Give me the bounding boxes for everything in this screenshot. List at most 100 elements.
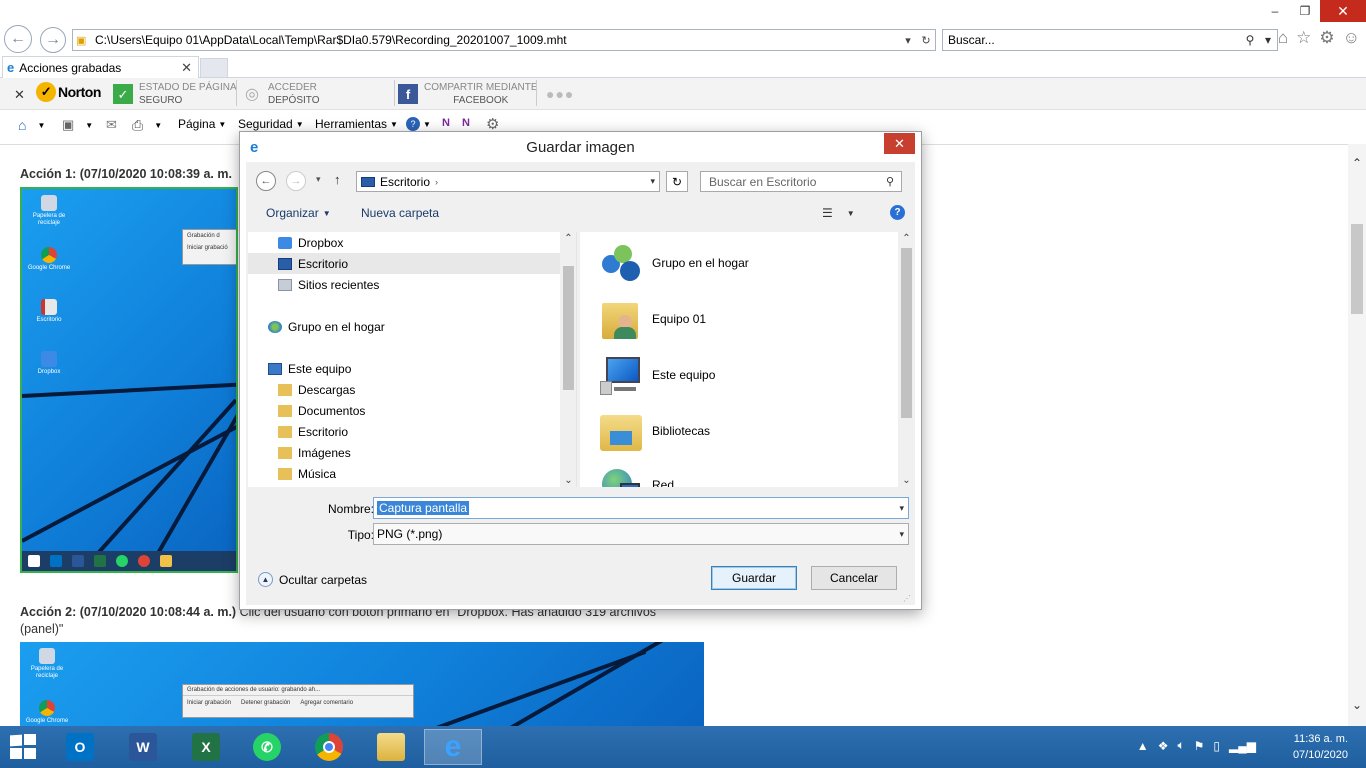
nav-item-musica[interactable]: Música [248,463,560,484]
star-icon[interactable]: ☆ [1296,28,1311,48]
nav-item-grupo-hogar[interactable]: Grupo en el hogar [248,316,560,337]
nav-item-dropbox[interactable]: Dropbox [248,232,560,253]
search-icon[interactable]: ⚲ [1241,33,1259,47]
close-tab-icon[interactable]: ✕ [181,60,192,76]
file-pane-scrollbar[interactable]: ⌃ ⌄ [898,232,915,487]
save-button[interactable]: Guardar [711,566,797,590]
show-hidden-icons-icon[interactable]: ▲ [1137,739,1149,753]
refresh-icon[interactable]: ↻ [917,34,935,47]
taskbar-word[interactable]: W [121,729,165,765]
taskbar-excel[interactable]: X [184,729,228,765]
scroll-thumb[interactable] [1351,224,1363,314]
taskbar-chrome[interactable] [307,729,351,765]
search-dropdown-icon[interactable]: ▾ [1259,33,1277,47]
page-state-item[interactable]: ✓ ESTADO DE PÁGINA SEGURO [113,81,237,107]
security-menu[interactable]: Seguridad ▼ [238,117,304,131]
up-arrow-icon[interactable]: ↑ [334,172,341,187]
gear-icon[interactable]: ⚙ [1319,28,1334,48]
dialog-close-button[interactable]: ✕ [884,133,915,154]
nav-item-sitios-recientes[interactable]: Sitios recientes [248,274,560,295]
file-item-este-equipo[interactable]: Este equipo [598,350,715,400]
smiley-icon[interactable]: ☺ [1343,28,1360,48]
file-item-grupo-hogar[interactable]: Grupo en el hogar [598,238,749,288]
nav-item-escritorio-folder[interactable]: Escritorio [248,421,560,442]
volume-icon[interactable]: 🔈︎ [1177,738,1184,753]
norton-toolbar: ✕ ✓ Norton ✓ ESTADO DE PÁGINA SEGURO ◎ AC… [0,78,1366,110]
organize-button[interactable]: Organizar ▼ [266,206,331,220]
taskbar-outlook[interactable]: O [58,729,102,765]
print-menu[interactable]: ⎙ ▼ [132,117,162,134]
view-options-button[interactable]: ☰ ▼ [822,206,855,220]
share-facebook-item[interactable]: f COMPARTIR MEDIANTE FACEBOOK [398,81,538,107]
taskbar-file-explorer[interactable] [369,729,413,765]
refresh-button[interactable]: ↻ [666,171,688,192]
start-button[interactable] [10,734,38,761]
more-options-icon[interactable]: ●●● [546,86,574,102]
nav-item-imagenes[interactable]: Imágenes [248,442,560,463]
file-name-input[interactable]: Captura pantalla ▾ [373,497,909,519]
taskbar-internet-explorer[interactable]: e [424,729,482,765]
back-button[interactable]: ← [4,25,32,53]
forward-button[interactable]: → [40,27,66,53]
file-name-dropdown-icon[interactable]: ▾ [899,503,904,514]
page-scrollbar[interactable]: ⌃ ⌄ [1348,144,1366,726]
action1-screenshot[interactable]: Papelera de reciclaje Google Chrome Escr… [20,187,238,573]
browser-search-box[interactable]: Buscar... ⚲ ▾ [942,29,1278,51]
dropbox-tray-icon[interactable]: ❖ [1158,739,1169,753]
feeds-menu[interactable]: ▣ ▼ [62,117,93,133]
excel-icon: X [192,733,220,761]
address-bar[interactable]: ▣ C:\Users\Equipo 01\AppData\Local\Temp\… [72,29,936,51]
new-tab-button[interactable] [200,58,228,78]
breadcrumb[interactable]: Escritorio › ▾ [356,171,660,192]
file-item-bibliotecas[interactable]: Bibliotecas [598,406,710,456]
resize-grip-icon[interactable]: ⋰ [903,594,911,603]
facebook-icon: f [398,84,418,104]
signal-icon[interactable]: ▂▄▆ [1229,739,1256,753]
dialog-title-bar[interactable]: e Guardar imagen ✕ [240,132,921,162]
dropdown-icon[interactable]: ▾ [899,34,917,47]
help-button[interactable]: ? [890,205,905,220]
onenote-icon[interactable]: N [442,117,450,129]
file-item-red[interactable]: Red [598,460,674,487]
nav-item-escritorio[interactable]: Escritorio [248,253,560,274]
cancel-button[interactable]: Cancelar [811,566,897,590]
file-item-equipo-01[interactable]: Equipo 01 [598,294,706,344]
nav-item-este-equipo[interactable]: Este equipo [248,358,560,379]
dialog-search-input[interactable]: Buscar en Escritorio ⚲ [700,171,902,192]
breadcrumb-chevron-icon[interactable]: › [435,177,438,187]
nav-label: Sitios recientes [298,277,380,292]
minimize-button[interactable]: – [1260,0,1290,22]
home-icon[interactable]: ⌂ [1278,28,1288,48]
close-toolbar-icon[interactable]: ✕ [14,87,25,103]
help-menu[interactable]: ? ▼ [406,117,431,131]
forward-arrow-icon[interactable]: → [286,171,306,191]
mail-button[interactable]: ✉ [106,117,117,133]
nav-item-descargas[interactable]: Descargas [248,379,560,400]
close-window-button[interactable]: ✕ [1320,0,1366,22]
file-type-dropdown-icon[interactable]: ▾ [899,529,904,540]
tools-menu[interactable]: Herramientas ▼ [315,117,398,131]
file-icon: ▣ [76,34,87,47]
flag-icon[interactable]: ⚑ [1194,739,1205,753]
action2-screenshot[interactable]: Papelera de reciclaje Google Chrome Grab… [20,642,704,726]
access-vault-item[interactable]: ◎ ACCEDER DEPÓSITO [242,81,319,107]
nav-pane-scrollbar[interactable]: ⌃ ⌄ [560,232,576,487]
back-arrow-icon[interactable]: ← [256,171,276,191]
hide-folders-button[interactable]: ▲ Ocultar carpetas [258,572,367,587]
scroll-up-icon[interactable]: ⌃ [1348,156,1366,170]
page-menu[interactable]: Página ▼ [178,117,226,131]
maximize-button[interactable]: ❐ [1290,0,1320,22]
nav-item-documentos[interactable]: Documentos [248,400,560,421]
tab-acciones-grabadas[interactable]: e Acciones grabadas ✕ [2,56,199,78]
norton-logo[interactable]: ✓ Norton [36,82,101,102]
scroll-down-icon[interactable]: ⌄ [1348,698,1366,712]
battery-icon[interactable]: ▯ [1213,739,1220,753]
recent-locations-icon[interactable]: ▾ [316,174,321,185]
home-menu[interactable]: ⌂ ▼ [18,117,45,133]
new-folder-button[interactable]: Nueva carpeta [361,206,439,220]
file-type-select[interactable]: PNG (*.png) ▾ [373,523,909,545]
breadcrumb-dropdown-icon[interactable]: ▾ [650,176,655,187]
onenote-linked-icon[interactable]: N [462,117,470,129]
taskbar-whatsapp[interactable]: ✆ [245,729,289,765]
clock[interactable]: 11:36 a. m. 07/10/2020 [1293,731,1348,763]
